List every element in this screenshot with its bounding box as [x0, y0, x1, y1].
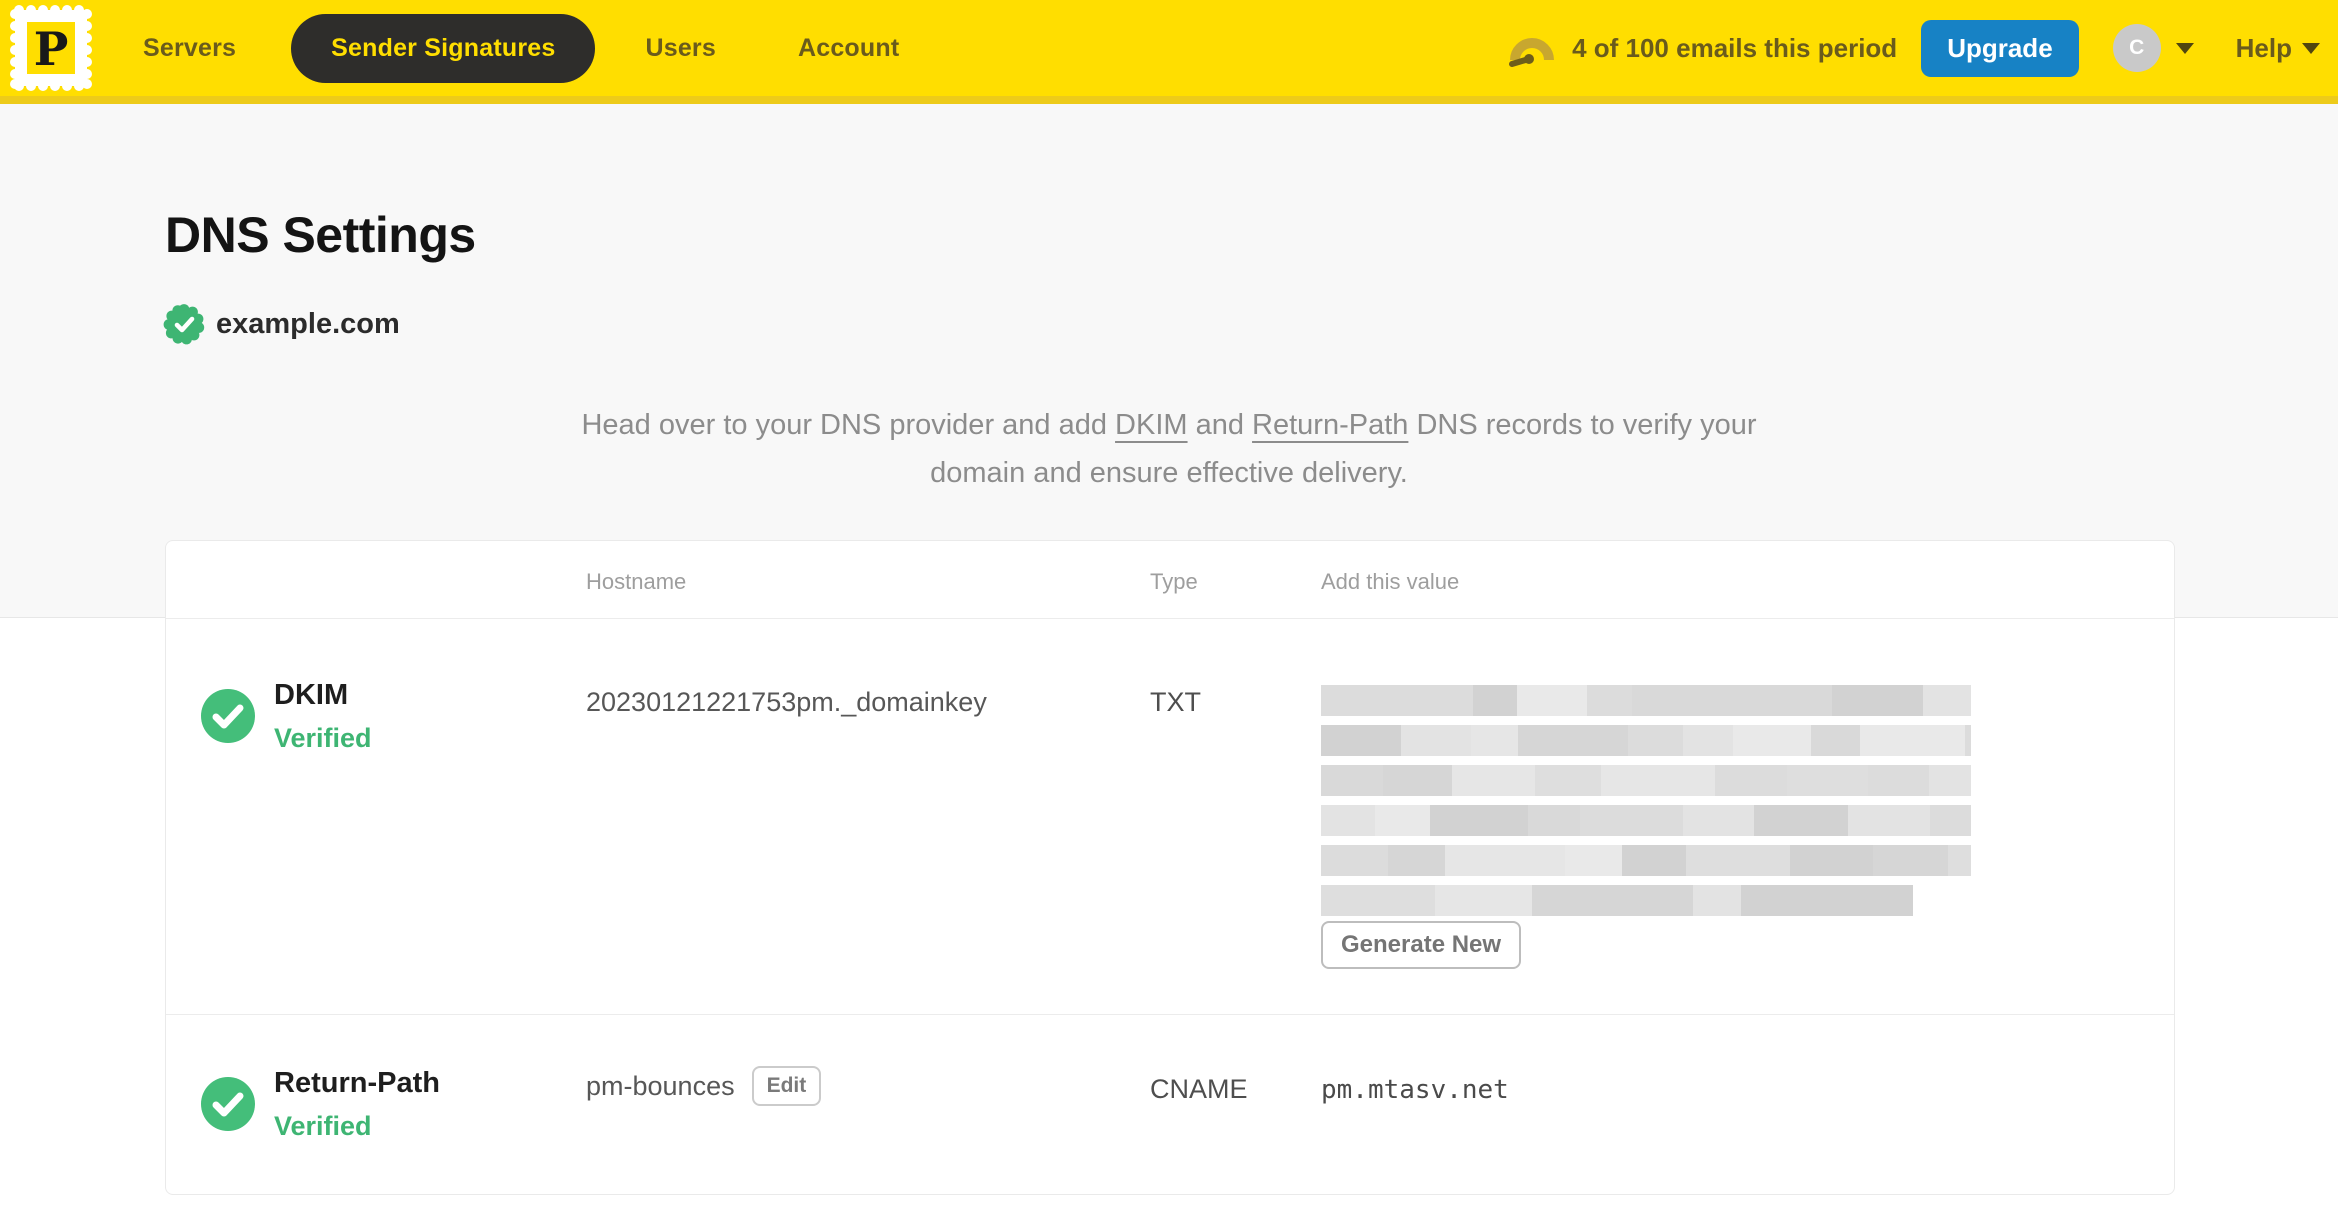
dkim-link[interactable]: DKIM	[1115, 409, 1188, 441]
usage-counter: 4 of 100 emails this period	[1572, 32, 1898, 63]
page-title: DNS Settings	[165, 207, 476, 263]
table-header: Hostname Type Add this value	[166, 541, 2174, 619]
navbar-right-group: 4 of 100 emails this period Upgrade C He…	[1508, 19, 2320, 77]
dns-records-card: Hostname Type Add this value DKIM Verifi…	[165, 540, 2175, 1195]
nav-item-servers[interactable]: Servers	[143, 34, 236, 63]
usage-gauge-icon	[1509, 38, 1555, 67]
verified-seal-icon	[163, 304, 205, 345]
generate-new-button[interactable]: Generate New	[1321, 921, 1522, 969]
postmark-logo-icon[interactable]: P	[10, 4, 92, 92]
intro-part2: and	[1187, 409, 1253, 441]
record-hostname: 20230121221753pm._domainkey	[586, 687, 987, 717]
edit-button[interactable]: Edit	[751, 1066, 822, 1106]
account-menu[interactable]: C	[2112, 24, 2194, 72]
redacted-dkim-value	[1321, 685, 1971, 925]
hostname-group: pm-bounces Edit	[586, 1066, 822, 1106]
redacted-value-bar	[1321, 805, 1971, 836]
record-status-badge: Verified	[274, 1111, 372, 1141]
nav-item-account[interactable]: Account	[798, 34, 899, 63]
verified-check-icon	[201, 689, 255, 743]
record-value: pm.mtasv.net	[1321, 1075, 1509, 1105]
row-divider	[166, 1014, 2174, 1015]
record-hostname: pm-bounces	[586, 1070, 735, 1101]
redacted-value-bar	[1321, 845, 1971, 876]
nav-item-users[interactable]: Users	[645, 34, 716, 63]
redacted-value-bar	[1321, 885, 1913, 916]
intro-text: Head over to your DNS provider and add D…	[534, 401, 1804, 497]
record-type: TXT	[1150, 687, 1201, 717]
nav-item-sender-signatures[interactable]: Sender Signatures	[291, 13, 596, 83]
verified-check-icon	[201, 1077, 255, 1131]
record-name: Return-Path	[274, 1067, 440, 1099]
redacted-value-bar	[1321, 685, 1971, 716]
record-status-badge: Verified	[274, 723, 372, 753]
column-header-type: Type	[1150, 569, 1198, 594]
return-path-link[interactable]: Return-Path	[1252, 409, 1408, 441]
postmark-app: P Servers Sender Signatures Users Accoun…	[0, 0, 2338, 1222]
record-name: DKIM	[274, 679, 349, 711]
record-type: CNAME	[1150, 1074, 1248, 1104]
upgrade-button[interactable]: Upgrade	[1921, 19, 2079, 77]
chevron-down-icon	[2175, 42, 2194, 54]
help-menu[interactable]: Help	[2236, 33, 2320, 64]
top-navbar: P Servers Sender Signatures Users Accoun…	[0, 0, 2338, 104]
redacted-value-bar	[1321, 725, 1971, 756]
logo-letter: P	[34, 22, 69, 76]
column-header-hostname: Hostname	[586, 569, 687, 594]
domain-name: example.com	[216, 307, 400, 340]
chevron-down-icon	[2302, 42, 2320, 54]
intro-part1: Head over to your DNS provider and add	[581, 409, 1116, 441]
avatar[interactable]: C	[2112, 24, 2161, 72]
help-label: Help	[2235, 32, 2292, 63]
redacted-value-bar	[1321, 765, 1971, 796]
column-header-value: Add this value	[1321, 569, 1460, 594]
domain-row: example.com	[163, 303, 400, 345]
